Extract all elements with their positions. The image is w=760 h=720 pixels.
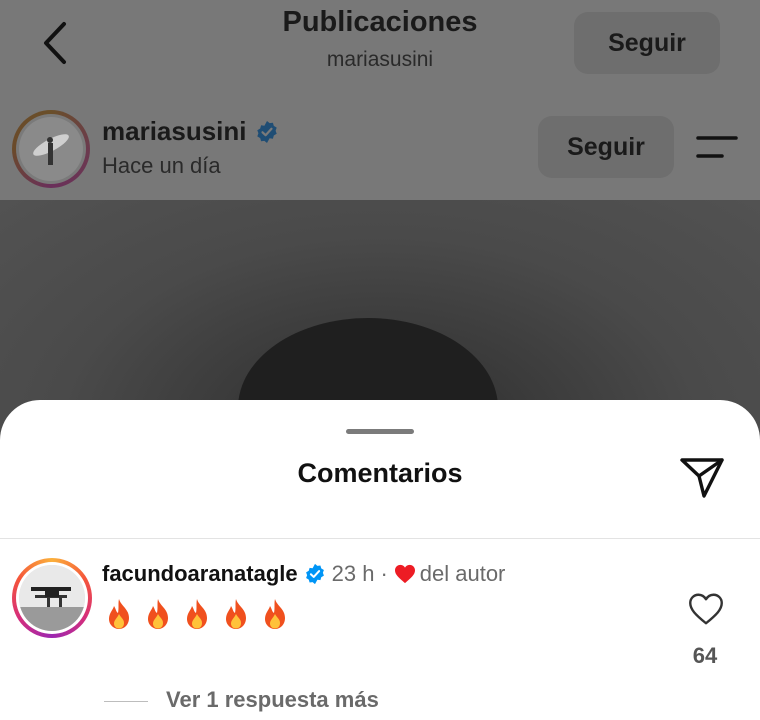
divider — [0, 538, 760, 539]
comment-text: 🔥🔥🔥🔥🔥 — [104, 596, 299, 630]
fire-emoji-icon — [109, 598, 129, 629]
post-author[interactable]: mariasusini — [102, 116, 279, 147]
post-author-avatar[interactable] — [12, 110, 90, 188]
comment-header: facundoaranatagle 23 h · del autor — [102, 561, 505, 587]
verified-badge-icon — [304, 563, 326, 585]
comments-sheet: Comentarios facundoaranatagle 23 h · del… — [0, 400, 760, 720]
heart-icon — [394, 564, 416, 584]
header-follow-button[interactable]: Seguir — [574, 12, 720, 74]
commenter-username[interactable]: facundoaranatagle — [102, 561, 298, 587]
surfer-photo-icon — [33, 134, 69, 165]
fire-emoji-icon — [148, 598, 168, 629]
heart-icon — [689, 593, 723, 625]
sheet-grabber-handle[interactable] — [346, 429, 414, 434]
commenter-avatar[interactable] — [12, 558, 92, 638]
post-timestamp: Hace un día — [102, 153, 221, 178]
post-username: mariasusini — [102, 116, 247, 146]
meta-separator: · — [380, 561, 388, 586]
verified-badge-icon — [256, 120, 277, 143]
avatar-photo — [19, 117, 83, 181]
post-follow-button[interactable]: Seguir — [538, 116, 674, 178]
view-replies-link[interactable]: Ver 1 respuesta más — [166, 687, 379, 713]
comment-like-button[interactable] — [688, 592, 724, 626]
menu-icon[interactable] — [694, 132, 738, 162]
fire-emoji-icon — [187, 598, 207, 629]
fire-emoji-icon — [226, 598, 246, 629]
comments-title: Comentarios — [297, 458, 463, 488]
plane-photo-icon — [19, 565, 85, 631]
avatar-photo — [19, 565, 85, 631]
comment-like-count: 64 — [692, 643, 718, 668]
comment-age: 23 h — [331, 561, 375, 586]
replies-line — [104, 701, 148, 702]
share-send-icon[interactable] — [678, 456, 726, 500]
author-liked-label: del autor — [419, 561, 506, 586]
fire-emoji-icon — [265, 598, 285, 629]
